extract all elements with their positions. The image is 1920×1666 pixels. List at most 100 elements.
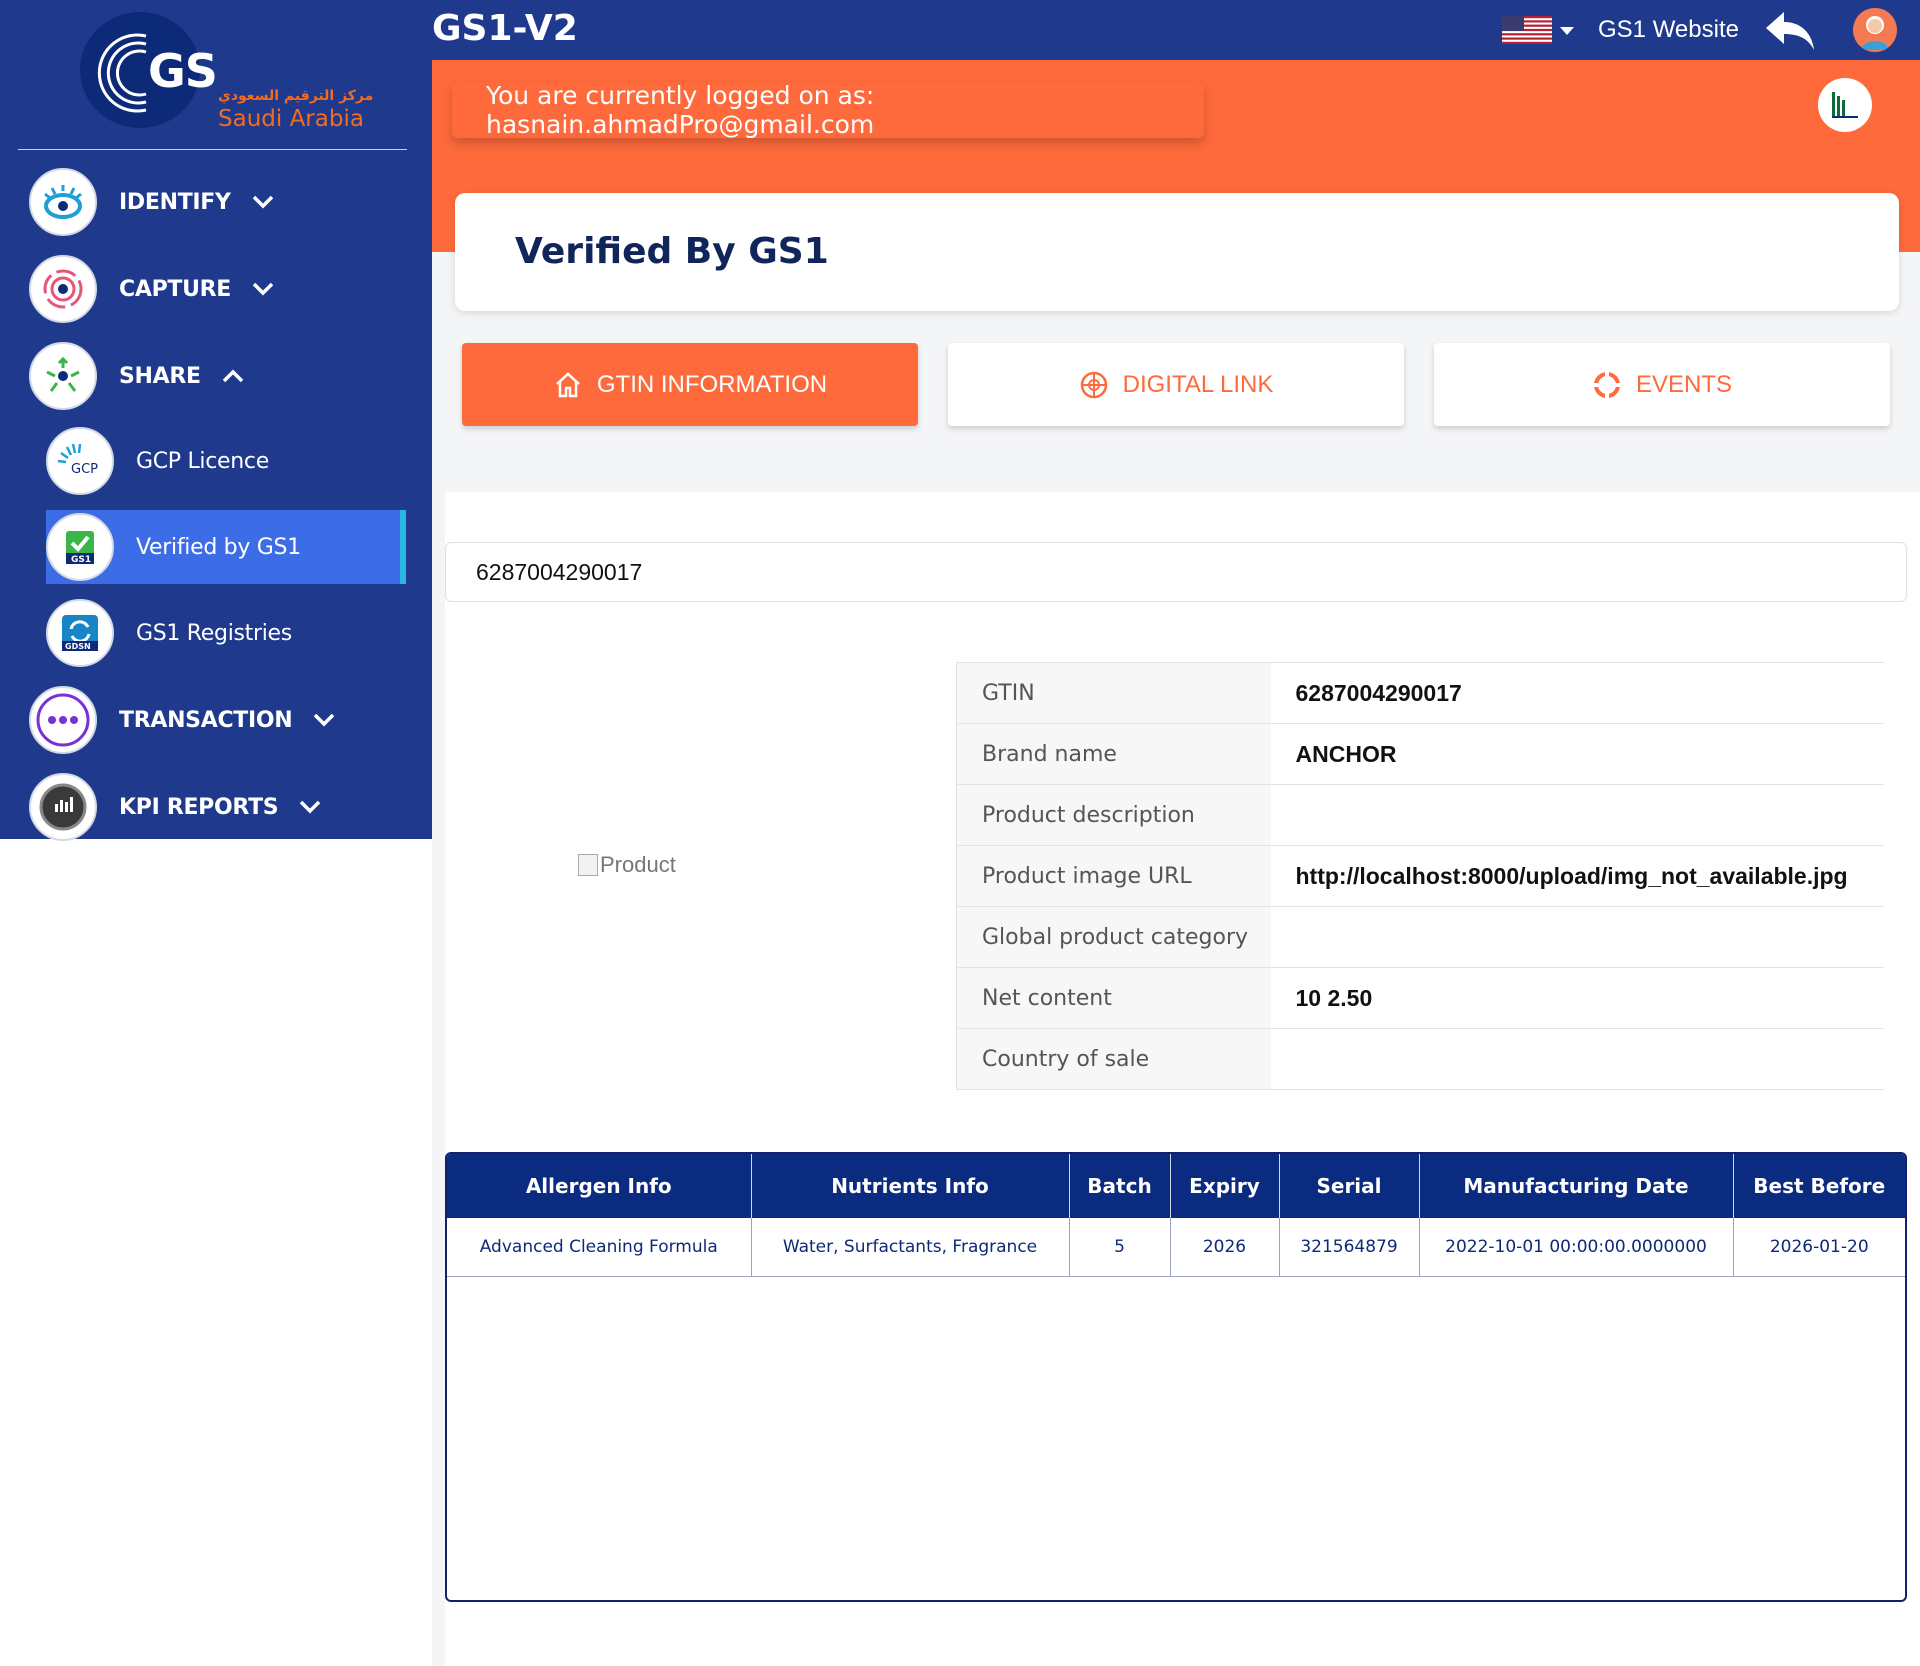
- info-value: 6287004290017: [1270, 662, 1884, 724]
- sidebar-item-share[interactable]: SHARE: [0, 339, 245, 413]
- column-header[interactable]: Best Before: [1733, 1154, 1905, 1218]
- eye-icon: [29, 168, 97, 236]
- sidebar-item-label: TRANSACTION: [119, 707, 293, 733]
- sidebar-subitem-verified-by-gs1[interactable]: GS1 Verified by GS1: [46, 510, 406, 584]
- sidebar-item-label: SHARE: [119, 363, 201, 389]
- product-image-alt: Product: [600, 852, 676, 877]
- table-cell: Water, Surfactants, Fragrance: [751, 1218, 1070, 1277]
- info-value: [1270, 1028, 1884, 1090]
- svg-text:GS1: GS1: [71, 555, 91, 565]
- info-value: ANCHOR: [1270, 723, 1884, 785]
- top-bar: GS1-V2 GS1 Website: [432, 0, 1920, 60]
- logo-region-text: Saudi Arabia: [218, 106, 364, 132]
- table-cell: 5: [1069, 1218, 1171, 1277]
- table-cell: 2026: [1170, 1218, 1280, 1277]
- report-icon: [29, 773, 97, 841]
- info-key: Country of sale: [956, 1028, 1271, 1090]
- logo-gs-text: GS: [148, 44, 218, 98]
- column-header[interactable]: Allergen Info: [447, 1154, 752, 1218]
- chevron-up-icon[interactable]: [221, 364, 245, 388]
- dots-icon: [29, 686, 97, 754]
- product-image: Product: [578, 852, 676, 878]
- gs1-logo[interactable]: GS مركز الترقيم السعودي Saudi Arabia: [18, 0, 407, 150]
- user-avatar[interactable]: [1853, 8, 1897, 52]
- page-title: Verified By GS1: [515, 231, 829, 272]
- sidebar-subitem-gcp-licence[interactable]: GCP GCP Licence: [46, 424, 406, 498]
- table-row: Product image URL http://localhost:8000/u…: [956, 845, 1884, 907]
- home-icon: [553, 370, 583, 400]
- info-key: GTIN: [956, 662, 1271, 724]
- sidebar: GS مركز الترقيم السعودي Saudi Arabia IDE…: [0, 0, 432, 841]
- us-flag-icon[interactable]: [1502, 16, 1552, 44]
- table-row: Product description: [956, 784, 1884, 846]
- table-cell: 2026-01-20: [1733, 1218, 1905, 1277]
- page-title-card: Verified By GS1: [455, 193, 1899, 311]
- column-header[interactable]: Manufacturing Date: [1419, 1154, 1734, 1218]
- sidebar-item-label: KPI REPORTS: [119, 794, 279, 820]
- link-globe-icon: [1079, 370, 1109, 400]
- svg-text:GCP: GCP: [71, 462, 98, 477]
- info-value: [1270, 784, 1884, 846]
- product-info-table: GTIN 6287004290017 Brand name ANCHOR Produ…: [956, 662, 1884, 1090]
- column-header[interactable]: Expiry: [1170, 1154, 1280, 1218]
- gs1-website-link[interactable]: GS1 Website: [1598, 16, 1739, 44]
- back-arrow-icon[interactable]: [1764, 8, 1818, 52]
- info-key: Net content: [956, 967, 1271, 1029]
- verified-check-icon: GS1: [46, 513, 114, 581]
- logged-in-banner: You are currently logged on as: hasnain.…: [452, 81, 1204, 139]
- table-row: Net content 10 2.50: [956, 967, 1884, 1029]
- gdsn-icon: GDSN: [46, 599, 114, 667]
- sidebar-item-label: CAPTURE: [119, 276, 232, 302]
- table-cell: 321564879: [1279, 1218, 1420, 1277]
- column-header[interactable]: Serial: [1279, 1154, 1420, 1218]
- info-value: 10 2.50: [1270, 967, 1884, 1029]
- language-dropdown-caret-icon[interactable]: [1560, 27, 1574, 35]
- broken-image-icon: [578, 854, 598, 876]
- events-icon: [1592, 370, 1622, 400]
- target-icon: [29, 255, 97, 323]
- sidebar-item-label: Verified by GS1: [136, 534, 301, 560]
- sidebar-item-label: GS1 Registries: [136, 620, 292, 646]
- sidebar-subitem-gs1-registries[interactable]: GDSN GS1 Registries: [46, 596, 406, 670]
- tab-gtin-information[interactable]: GTIN INFORMATION: [462, 343, 918, 426]
- info-value: [1270, 906, 1884, 968]
- chevron-down-icon[interactable]: [312, 708, 336, 732]
- column-header[interactable]: Nutrients Info: [751, 1154, 1070, 1218]
- column-header[interactable]: Batch: [1069, 1154, 1171, 1218]
- share-network-icon: [29, 342, 97, 410]
- batch-table: Allergen Info Nutrients Info Batch Expir…: [447, 1154, 1905, 1277]
- tab-digital-link[interactable]: DIGITAL LINK: [948, 343, 1404, 426]
- chevron-down-icon[interactable]: [298, 795, 322, 819]
- tab-label: DIGITAL LINK: [1122, 370, 1274, 398]
- table-header-row: Allergen Info Nutrients Info Batch Expir…: [447, 1154, 1905, 1218]
- gcp-icon: GCP: [46, 427, 114, 495]
- sidebar-item-label: IDENTIFY: [119, 189, 231, 215]
- info-value: http://localhost:8000/upload/img_not_ava…: [1270, 845, 1884, 907]
- tab-label: GTIN INFORMATION: [596, 370, 828, 398]
- sidebar-item-transaction[interactable]: TRANSACTION: [0, 683, 336, 757]
- info-key: Brand name: [956, 723, 1271, 785]
- table-row: GTIN 6287004290017: [956, 662, 1884, 724]
- chevron-down-icon[interactable]: [251, 277, 275, 301]
- table-cell: 2022-10-01 00:00:00.0000000: [1419, 1218, 1734, 1277]
- sidebar-item-label: GCP Licence: [136, 448, 269, 474]
- sidebar-item-capture[interactable]: CAPTURE: [0, 252, 275, 326]
- sidebar-item-identify[interactable]: IDENTIFY: [0, 165, 275, 239]
- batch-table-container: Allergen Info Nutrients Info Batch Expir…: [445, 1152, 1907, 1602]
- svg-text:GDSN: GDSN: [65, 642, 91, 651]
- app-title: GS1-V2: [432, 8, 578, 49]
- table-cell: Advanced Cleaning Formula: [447, 1218, 752, 1277]
- sidebar-item-kpi-reports[interactable]: KPI REPORTS: [0, 770, 322, 844]
- info-key: Global product category: [956, 906, 1271, 968]
- table-row: Country of sale: [956, 1028, 1884, 1090]
- logo-arabic-text: مركز الترقيم السعودي: [218, 88, 374, 104]
- tab-label: EVENTS: [1635, 370, 1733, 398]
- company-logo[interactable]: [1818, 78, 1872, 132]
- table-row: Brand name ANCHOR: [956, 723, 1884, 785]
- chevron-down-icon[interactable]: [251, 190, 275, 214]
- table-row: Advanced Cleaning Formula Water, Surfact…: [447, 1218, 1905, 1277]
- tab-events[interactable]: EVENTS: [1434, 343, 1890, 426]
- gtin-search-input[interactable]: 6287004290017: [445, 542, 1907, 602]
- info-key: Product description: [956, 784, 1271, 846]
- info-key: Product image URL: [956, 845, 1271, 907]
